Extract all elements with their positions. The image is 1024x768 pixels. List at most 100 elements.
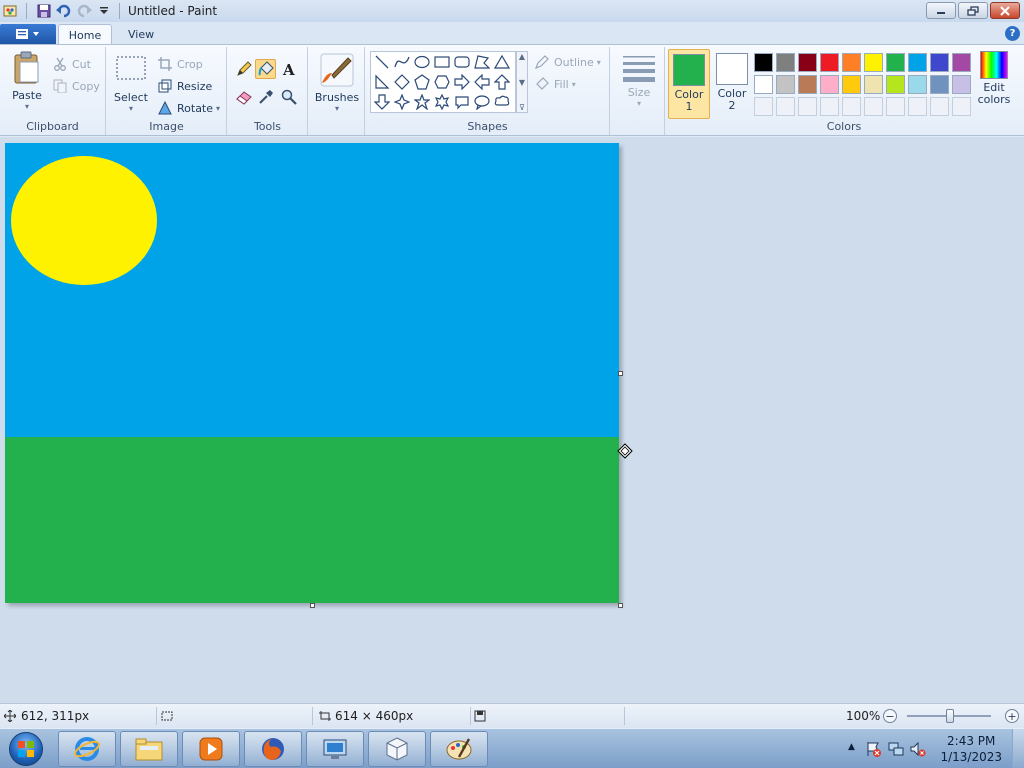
palette-custom-slot[interactable]	[952, 97, 971, 116]
network-icon[interactable]	[888, 741, 904, 757]
palette-custom-slot[interactable]	[930, 97, 949, 116]
rounded-callout-shape[interactable]	[452, 92, 472, 112]
clock[interactable]: 2:43 PM 1/13/2023	[940, 733, 1002, 765]
rectangle-shape[interactable]	[432, 52, 452, 72]
curve-shape[interactable]	[392, 52, 412, 72]
color1-button[interactable]: Color 1	[668, 49, 710, 119]
palette-custom-slot[interactable]	[864, 97, 883, 116]
palette-custom-slot[interactable]	[842, 97, 861, 116]
right-triangle-shape[interactable]	[372, 72, 392, 92]
drawing-canvas[interactable]	[5, 143, 619, 603]
copy-button[interactable]: Copy	[52, 77, 100, 95]
palette-custom-slot[interactable]	[908, 97, 927, 116]
resize-handle-right[interactable]	[618, 371, 623, 376]
cut-button[interactable]: Cut	[52, 55, 91, 73]
six-point-star-shape[interactable]	[432, 92, 452, 112]
palette-color-swatch[interactable]	[754, 53, 773, 72]
tab-home[interactable]: Home	[58, 24, 112, 45]
paint-menu-button[interactable]	[0, 24, 56, 44]
minimize-button[interactable]	[926, 2, 956, 19]
paint-app-icon[interactable]	[2, 2, 20, 20]
triangle-shape[interactable]	[492, 52, 512, 72]
fill-tool[interactable]	[255, 59, 276, 79]
fill-button[interactable]: Fill ▾	[534, 75, 576, 93]
palette-color-swatch[interactable]	[754, 75, 773, 94]
resize-handle-corner[interactable]	[618, 603, 623, 608]
taskbar-virtualbox[interactable]	[368, 731, 426, 767]
palette-color-swatch[interactable]	[952, 75, 971, 94]
expand-gallery-icon[interactable]: ⊽	[519, 103, 525, 112]
select-button[interactable]: Select ▾	[113, 55, 149, 113]
action-center-icon[interactable]	[866, 741, 882, 757]
resize-button[interactable]: Resize	[157, 77, 212, 95]
up-arrow-shape[interactable]	[492, 72, 512, 92]
restore-button[interactable]	[958, 2, 988, 19]
customize-qat-dropdown-icon[interactable]	[95, 2, 113, 20]
start-button[interactable]	[4, 730, 48, 768]
palette-color-swatch[interactable]	[820, 53, 839, 72]
down-arrow-shape[interactable]	[372, 92, 392, 112]
palette-color-swatch[interactable]	[842, 53, 861, 72]
taskbar-remote-desktop[interactable]	[306, 731, 364, 767]
taskbar-firefox[interactable]	[244, 731, 302, 767]
color-picker-tool[interactable]	[255, 87, 276, 107]
scroll-up-icon[interactable]: ▲	[519, 52, 525, 61]
palette-color-swatch[interactable]	[798, 53, 817, 72]
edit-colors-button[interactable]: Edit colors	[974, 51, 1014, 106]
magnifier-tool[interactable]	[278, 87, 299, 107]
palette-color-swatch[interactable]	[842, 75, 861, 94]
rotate-button[interactable]: Rotate ▾	[157, 99, 220, 117]
zoom-in-button[interactable]: +	[1005, 709, 1019, 723]
pencil-tool[interactable]	[233, 59, 254, 79]
palette-color-swatch[interactable]	[930, 75, 949, 94]
five-point-star-shape[interactable]	[412, 92, 432, 112]
help-icon[interactable]: ?	[1005, 26, 1020, 41]
palette-color-swatch[interactable]	[908, 53, 927, 72]
oval-shape[interactable]	[412, 52, 432, 72]
save-icon[interactable]	[35, 2, 53, 20]
palette-color-swatch[interactable]	[952, 53, 971, 72]
resize-handle-bottom[interactable]	[310, 603, 315, 608]
rounded-rectangle-shape[interactable]	[452, 52, 472, 72]
volume-muted-icon[interactable]	[910, 741, 926, 757]
palette-color-swatch[interactable]	[886, 75, 905, 94]
taskbar-media-player[interactable]	[182, 731, 240, 767]
zoom-slider-thumb[interactable]	[946, 709, 954, 723]
four-point-star-shape[interactable]	[392, 92, 412, 112]
close-button[interactable]	[990, 2, 1020, 19]
hexagon-shape[interactable]	[432, 72, 452, 92]
crop-button[interactable]: Crop	[157, 55, 203, 73]
show-desktop-button[interactable]	[1012, 729, 1024, 768]
eraser-tool[interactable]	[233, 87, 254, 107]
palette-custom-slot[interactable]	[820, 97, 839, 116]
palette-custom-slot[interactable]	[798, 97, 817, 116]
palette-color-swatch[interactable]	[776, 53, 795, 72]
palette-color-swatch[interactable]	[798, 75, 817, 94]
line-shape[interactable]	[372, 52, 392, 72]
palette-color-swatch[interactable]	[776, 75, 795, 94]
right-arrow-shape[interactable]	[452, 72, 472, 92]
polygon-shape[interactable]	[472, 52, 492, 72]
pentagon-shape[interactable]	[412, 72, 432, 92]
tab-view[interactable]: View	[116, 24, 166, 45]
cloud-callout-shape[interactable]	[492, 92, 512, 112]
taskbar-file-explorer[interactable]	[120, 731, 178, 767]
brushes-button[interactable]: Brushes ▾	[313, 53, 361, 113]
oval-callout-shape[interactable]	[472, 92, 492, 112]
zoom-out-button[interactable]: −	[883, 709, 897, 723]
outline-button[interactable]: Outline ▾	[534, 53, 601, 71]
palette-custom-slot[interactable]	[886, 97, 905, 116]
palette-color-swatch[interactable]	[908, 75, 927, 94]
diamond-shape[interactable]	[392, 72, 412, 92]
palette-custom-slot[interactable]	[754, 97, 773, 116]
show-hidden-icons-icon[interactable]: ▲	[848, 742, 855, 752]
palette-color-swatch[interactable]	[930, 53, 949, 72]
left-arrow-shape[interactable]	[472, 72, 492, 92]
text-tool[interactable]: A	[278, 59, 299, 79]
scroll-down-icon[interactable]: ▼	[519, 78, 525, 87]
undo-icon[interactable]	[55, 2, 73, 20]
palette-color-swatch[interactable]	[820, 75, 839, 94]
palette-color-swatch[interactable]	[886, 53, 905, 72]
size-button[interactable]: Size ▾	[617, 53, 661, 108]
taskbar-paint[interactable]	[430, 731, 488, 767]
